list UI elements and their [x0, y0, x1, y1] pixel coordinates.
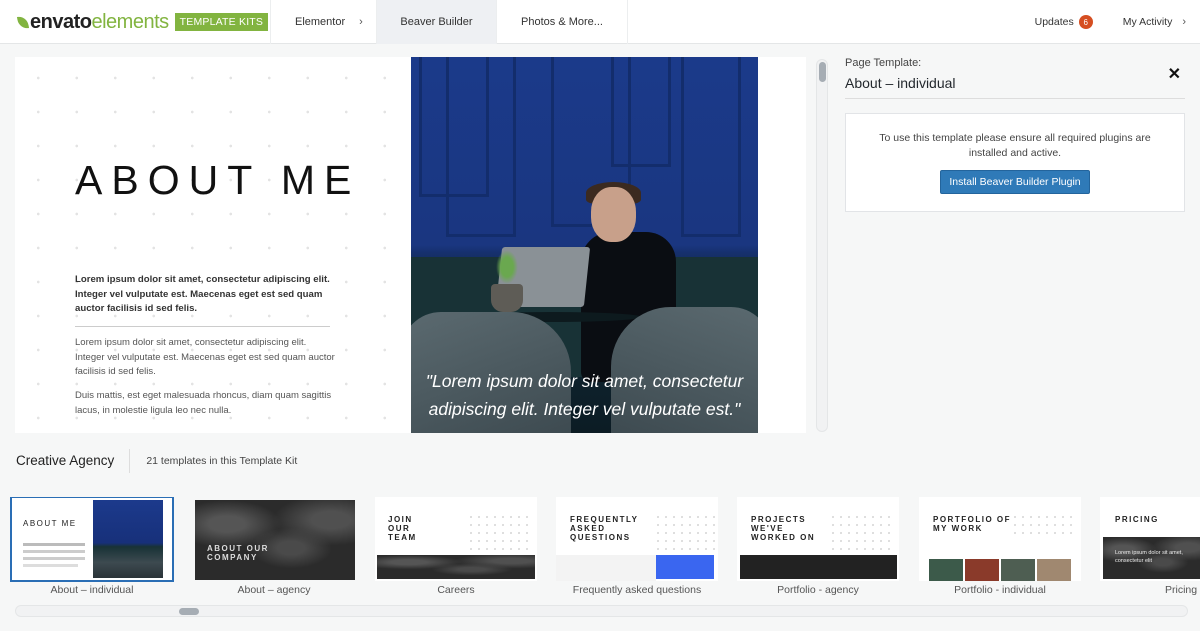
nav-tab-label: Photos & More...	[521, 16, 603, 28]
my-activity-link[interactable]: My Activity ›	[1123, 16, 1186, 28]
thumb-text-line	[23, 543, 85, 546]
thumbnails-horizontal-scrollbar[interactable]	[15, 605, 1188, 617]
thumb-portfolio-image	[929, 559, 963, 581]
thumb-heading: FREQUENTLY ASKED QUESTIONS	[570, 515, 639, 542]
template-thumb-label: About – agency	[237, 584, 311, 596]
template-thumb-about-individual[interactable]: ABOUT ME About – individual	[10, 497, 174, 596]
template-thumb-image: JOIN OUR TEAM	[375, 497, 537, 581]
preview-photo: "Lorem ipsum dolor sit amet, consectetur…	[411, 57, 758, 433]
thumb-cta-block	[656, 555, 714, 579]
preview-paragraph: Lorem ipsum dolor sit amet, consectetur …	[75, 337, 335, 377]
thumb-dark-block: Lorem ipsum dolor sit amet, consectetur …	[1103, 537, 1200, 579]
template-thumb-label: About – individual	[50, 584, 134, 596]
preview-divider	[75, 326, 330, 327]
template-thumbnails: ABOUT ME About – individual ABOUT OUR CO…	[0, 497, 1200, 601]
template-thumb-label: Portfolio - agency	[777, 584, 859, 596]
thumb-portfolio-image	[965, 559, 999, 581]
template-thumb-image: ABOUT ME	[10, 497, 174, 582]
install-beaver-builder-button[interactable]: Install Beaver Builder Plugin	[940, 170, 1090, 194]
person-head	[591, 187, 636, 242]
template-thumb-image: PRICING Lorem ipsum dolor sit amet, cons…	[1100, 497, 1200, 581]
thumb-heading: JOIN OUR TEAM	[388, 515, 417, 542]
thumb-heading: PRICING	[1115, 515, 1159, 524]
thumb-text-line	[23, 557, 85, 560]
user-nav: Updates 6 My Activity ›	[1035, 0, 1186, 44]
thumb-portfolio-image	[1001, 559, 1035, 581]
logo-brand: envato	[30, 10, 92, 33]
plant-pot	[491, 284, 523, 312]
chevron-right-icon: ›	[1182, 16, 1186, 28]
preview-heading: ABOUT ME	[75, 157, 361, 203]
template-thumb-faq[interactable]: FREQUENTLY ASKED QUESTIONS Frequently as…	[556, 497, 718, 596]
thumb-photo	[377, 555, 535, 579]
template-preview[interactable]: ABOUT ME Lorem ipsum dolor sit amet, con…	[15, 57, 806, 433]
leaf-icon	[16, 14, 30, 30]
preview-intro-text: Lorem ipsum dolor sit amet, consectetur …	[75, 274, 330, 314]
close-icon[interactable]: ✕	[1168, 64, 1181, 84]
template-sidebar: Page Template: About – individual ✕ To u…	[845, 57, 1185, 212]
scrollbar-thumb[interactable]	[179, 608, 199, 615]
chevron-right-icon: ›	[359, 16, 363, 28]
plant	[496, 250, 518, 284]
thumb-text-line	[23, 550, 85, 553]
nav-tab-elementor[interactable]: Elementor ›	[270, 0, 376, 44]
template-thumb-about-agency[interactable]: ABOUT OUR COMPANY About – agency	[193, 497, 355, 596]
preview-vertical-scrollbar[interactable]	[816, 59, 828, 432]
template-title: About – individual	[845, 75, 1185, 99]
thumb-pricing-text: Lorem ipsum dolor sit amet, consectetur …	[1115, 550, 1183, 564]
my-activity-label: My Activity	[1122, 16, 1173, 28]
thumb-heading: PROJECTS WE'VE WORKED ON	[751, 515, 816, 542]
template-kits-badge: TEMPLATE KITS	[174, 13, 269, 31]
thumb-heading: PORTFOLIO OF MY WORK	[933, 515, 1011, 533]
thumb-photo	[93, 500, 163, 578]
nav-tab-photos-more[interactable]: Photos & More...	[496, 0, 628, 44]
template-thumb-image: FREQUENTLY ASKED QUESTIONS	[556, 497, 718, 581]
kit-header: Creative Agency 21 templates in this Tem…	[16, 449, 297, 473]
scrollbar-thumb[interactable]	[819, 62, 826, 82]
wall-panel	[681, 57, 741, 237]
nav-tab-beaver-builder[interactable]: Beaver Builder	[376, 0, 496, 44]
thumb-dot-pattern	[829, 513, 891, 553]
envato-elements-logo[interactable]: envato elements TEMPLATE KITS	[16, 10, 269, 33]
template-thumb-portfolio-agency[interactable]: PROJECTS WE'VE WORKED ON Portfolio - age…	[737, 497, 899, 596]
thumb-dot-pattern	[467, 513, 529, 553]
logo-product: elements	[91, 10, 169, 33]
preview-paragraph: Duis mattis, est eget malesuada rhoncus,…	[75, 390, 332, 416]
preview-quote: "Lorem ipsum dolor sit amet, consectetur…	[425, 371, 744, 419]
kit-template-count: 21 templates in this Template Kit	[146, 455, 298, 467]
thumb-faq-section	[556, 555, 656, 581]
updates-link[interactable]: Updates 6	[1035, 15, 1093, 29]
updates-label: Updates	[1034, 16, 1074, 28]
thumb-portfolio-image	[1037, 559, 1071, 581]
template-thumb-label: Portfolio - individual	[954, 584, 1046, 596]
template-thumb-careers[interactable]: JOIN OUR TEAM Careers	[375, 497, 537, 596]
wall-panel	[446, 57, 516, 237]
plugin-notice: To use this template please ensure all r…	[845, 113, 1185, 212]
nav-tab-label: Beaver Builder	[400, 16, 473, 28]
template-thumb-portfolio-individual[interactable]: PORTFOLIO OF MY WORK Portfolio - individ…	[919, 497, 1081, 596]
thumb-heading: ABOUT OUR COMPANY	[207, 544, 269, 562]
top-bar: envato elements TEMPLATE KITS Elementor …	[0, 0, 1200, 44]
template-thumb-label: Pricing	[1165, 584, 1198, 596]
page-template-label: Page Template:	[845, 57, 922, 69]
thumb-dark-block	[740, 555, 897, 579]
main-nav: Elementor › Beaver Builder Photos & More…	[270, 0, 628, 44]
updates-count-badge: 6	[1078, 15, 1093, 29]
template-thumb-image: PORTFOLIO OF MY WORK	[919, 497, 1081, 581]
wall-panel	[611, 57, 671, 167]
template-thumb-label: Frequently asked questions	[572, 584, 702, 596]
template-thumb-image: ABOUT OUR COMPANY	[195, 500, 355, 580]
thumb-text-line	[23, 564, 78, 567]
template-thumb-label: Careers	[437, 584, 475, 596]
kit-name: Creative Agency	[16, 449, 131, 473]
thumb-heading: ABOUT ME	[23, 519, 77, 528]
thumb-dot-pattern	[1011, 513, 1073, 537]
template-thumb-pricing[interactable]: PRICING Lorem ipsum dolor sit amet, cons…	[1100, 497, 1200, 596]
template-thumb-image: PROJECTS WE'VE WORKED ON	[737, 497, 899, 581]
nav-tab-label: Elementor	[295, 16, 346, 28]
plugin-notice-text: To use this template please ensure all r…	[879, 132, 1151, 159]
thumb-dot-pattern	[654, 513, 716, 553]
